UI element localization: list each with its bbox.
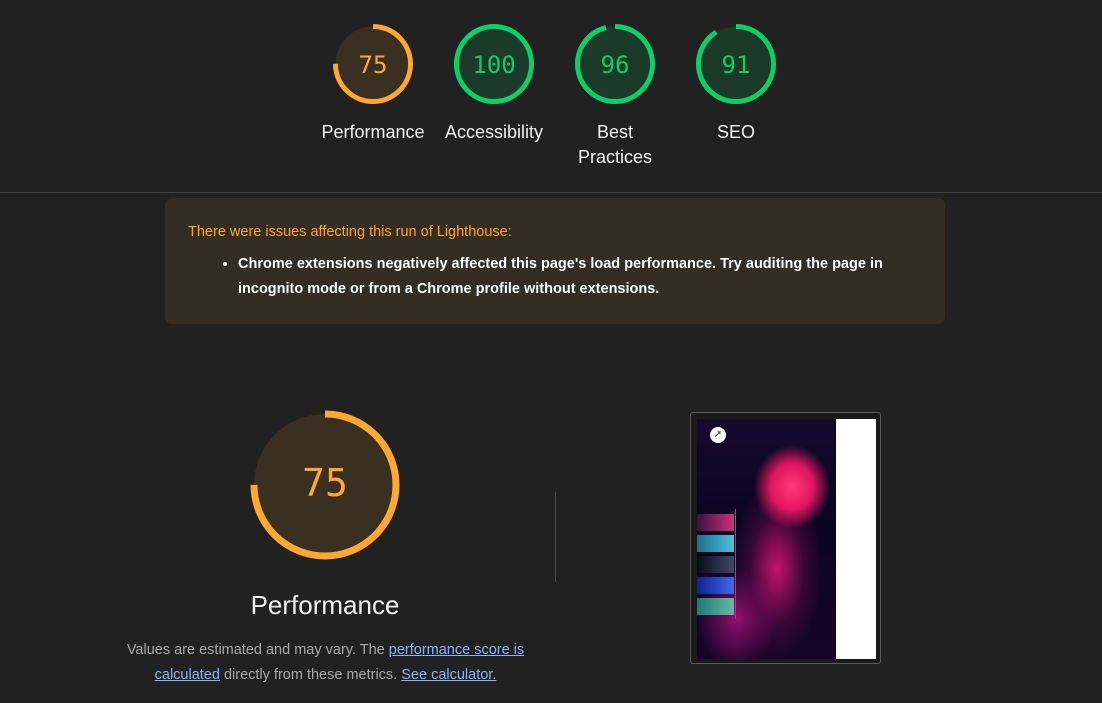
gauge-seo-label: SEO — [716, 122, 755, 142]
warning-title: There were issues affecting this run of … — [188, 224, 512, 240]
gauge-performance[interactable]: 75 Performance — [318, 22, 428, 145]
gauge-performance-label: Performance — [321, 122, 425, 142]
thumbnail-item — [697, 535, 734, 552]
warning-list: Chrome extensions negatively affected th… — [188, 252, 922, 302]
gauge-best-practices-label: Best Practices — [577, 122, 653, 167]
gauge-best-practices-ring: 96 — [575, 24, 655, 104]
gauge-accessibility-ring: 100 — [454, 24, 534, 104]
gauge-seo-score: 91 — [722, 51, 751, 79]
gauge-best-practices-score: 96 — [601, 51, 630, 79]
thumbnail-item — [697, 514, 734, 531]
gauge-seo[interactable]: 91 SEO — [681, 22, 791, 145]
performance-gauge-score: 75 — [302, 461, 348, 505]
performance-title: Performance — [250, 590, 400, 620]
gauge-accessibility-label: Accessibility — [444, 122, 544, 142]
gauge-performance-ring: 75 — [333, 24, 413, 104]
gauge-seo-ring: 91 — [696, 24, 776, 104]
thumbnail-item — [697, 598, 734, 615]
desc-prefix: Values are estimated and may vary. The — [126, 642, 389, 658]
final-screenshot-image: ➚ — [697, 419, 876, 659]
desc-middle: directly from these metrics. — [219, 667, 402, 683]
metrics-divider — [555, 492, 556, 582]
thumbnail-strip — [697, 514, 734, 619]
gauge-accessibility-score: 100 — [472, 51, 515, 79]
category-gauges: 75 Performance 100 Accessibility 96 Best… — [0, 0, 1102, 192]
thumbnail-divider — [735, 509, 736, 619]
thumbnail-item — [697, 577, 734, 594]
performance-gauge: 75 — [248, 408, 402, 567]
performance-gauge-ring: 75 — [250, 410, 400, 560]
header-divider — [0, 192, 1102, 193]
thumbnail-item — [697, 556, 734, 573]
performance-description: Values are estimated and may vary. The p… — [118, 638, 533, 688]
gauge-best-practices[interactable]: 96 Best Practices — [560, 22, 670, 170]
compass-icon: ➚ — [710, 427, 726, 443]
final-screenshot[interactable]: ➚ — [690, 412, 881, 664]
gauge-performance-score: 75 — [359, 51, 388, 79]
run-warnings-box: There were issues affecting this run of … — [165, 198, 945, 324]
warning-item: Chrome extensions negatively affected th… — [238, 252, 922, 302]
gauge-accessibility[interactable]: 100 Accessibility — [439, 22, 549, 145]
see-calculator-link[interactable]: See calculator. — [401, 667, 496, 683]
